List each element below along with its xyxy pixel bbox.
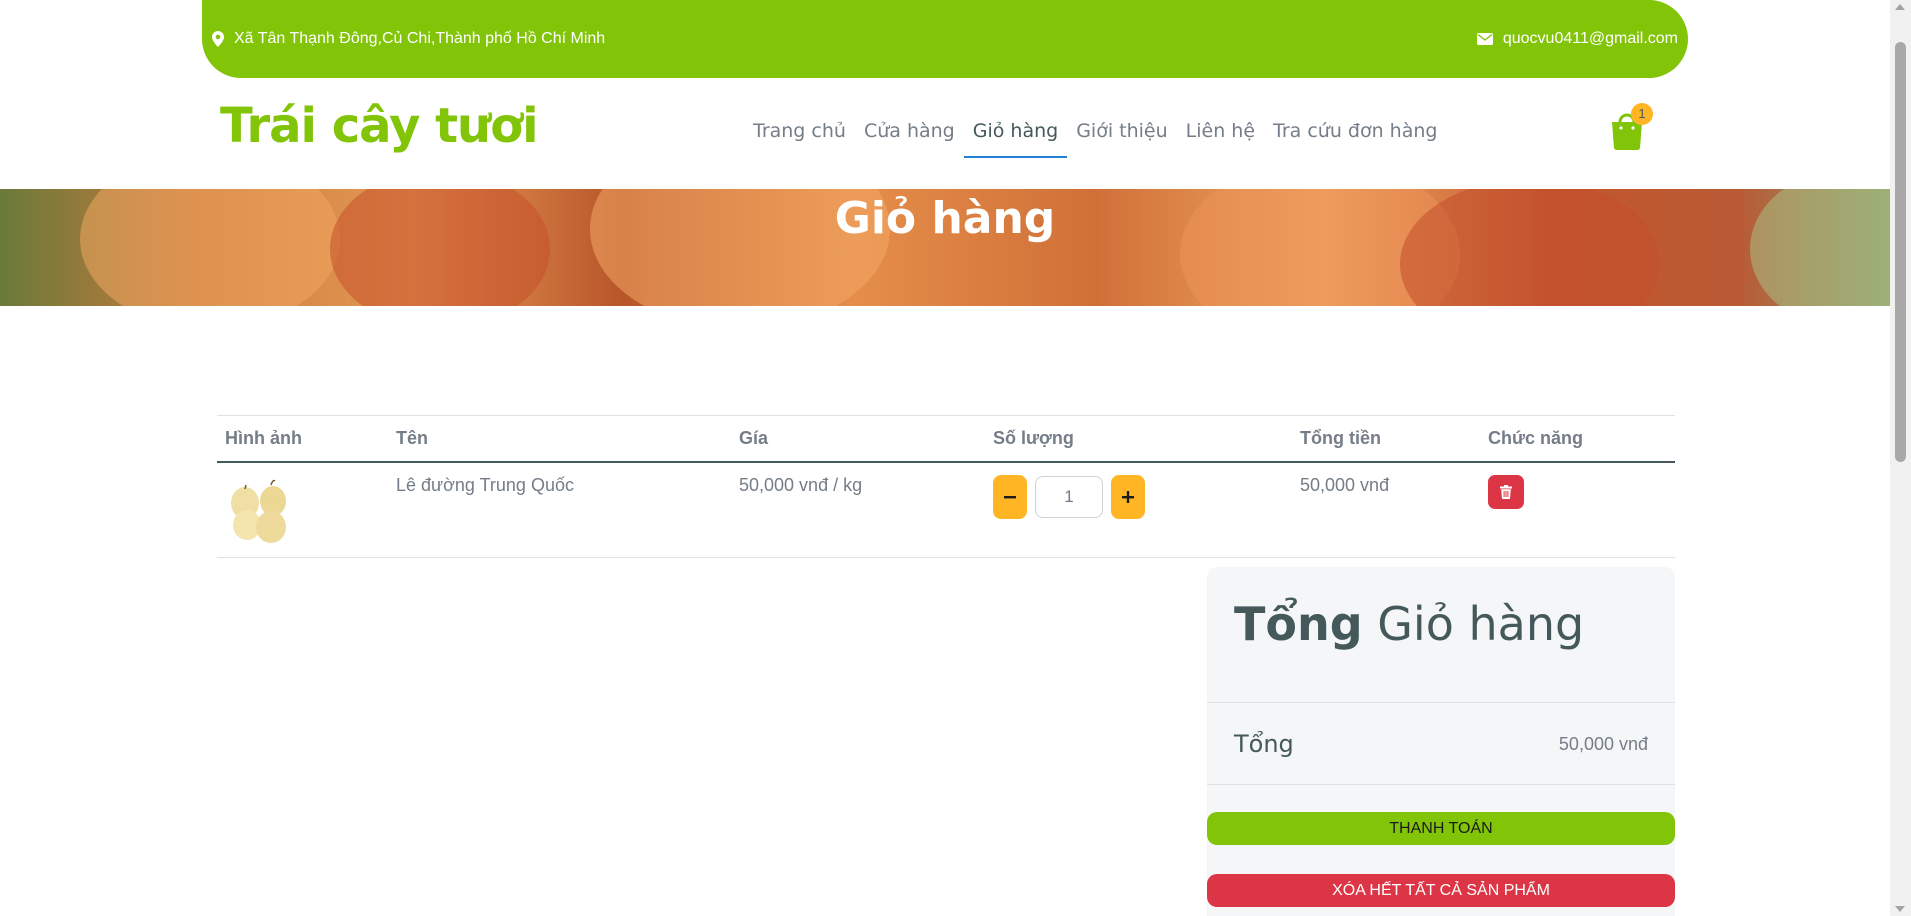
envelope-icon bbox=[1476, 33, 1493, 45]
cart-table: Hình ảnh Tên Gía Số lượng Tổng tiền Chức… bbox=[217, 415, 1675, 558]
product-name: Lê đường Trung Quốc bbox=[388, 462, 731, 558]
column-header-quantity: Số lượng bbox=[985, 415, 1292, 463]
summary-total-label: Tổng bbox=[1234, 730, 1294, 758]
table-row: Lê đường Trung Quốc 50,000 vnđ / kg 50,0… bbox=[217, 462, 1675, 558]
nav-item-about[interactable]: Giới thiệu bbox=[1067, 112, 1176, 158]
clear-cart-button[interactable]: XÓA HẾT TẤT CẢ SẢN PHẨM bbox=[1207, 874, 1675, 907]
scroll-up-arrow-icon[interactable] bbox=[1895, 4, 1905, 10]
column-header-name: Tên bbox=[388, 415, 731, 463]
divider bbox=[1207, 784, 1675, 785]
scroll-down-arrow-icon[interactable] bbox=[1895, 906, 1905, 912]
summary-title-bold: Tổng bbox=[1234, 597, 1363, 651]
nav-item-order-lookup[interactable]: Tra cứu đơn hàng bbox=[1264, 112, 1446, 158]
column-header-price: Gía bbox=[731, 415, 985, 463]
page-title: Giỏ hàng bbox=[834, 193, 1056, 244]
scrollbar-thumb[interactable] bbox=[1895, 42, 1906, 462]
delete-item-button[interactable] bbox=[1488, 475, 1524, 509]
trash-icon bbox=[1500, 485, 1512, 499]
increase-quantity-button[interactable] bbox=[1111, 475, 1145, 519]
summary-total-value: 50,000 vnđ bbox=[1558, 734, 1648, 754]
column-header-total: Tổng tiền bbox=[1292, 415, 1480, 463]
quantity-input[interactable] bbox=[1035, 476, 1103, 518]
nav-item-cart[interactable]: Giỏ hàng bbox=[963, 112, 1068, 158]
quantity-stepper bbox=[993, 475, 1284, 519]
address-text: Xã Tân Thạnh Đông,Củ Chi,Thành phố Hồ Ch… bbox=[234, 30, 606, 47]
cart-count-badge: 1 bbox=[1631, 103, 1653, 125]
top-info-bar: Xã Tân Thạnh Đông,Củ Chi,Thành phố Hồ Ch… bbox=[202, 0, 1688, 78]
product-thumbnail bbox=[225, 475, 295, 545]
column-header-image: Hình ảnh bbox=[217, 415, 388, 463]
product-image-cell bbox=[217, 462, 388, 558]
map-pin-icon bbox=[212, 31, 224, 47]
divider bbox=[1207, 702, 1675, 703]
nav-item-contact[interactable]: Liên hệ bbox=[1177, 112, 1264, 158]
actions-cell bbox=[1480, 462, 1675, 558]
row-total: 50,000 vnđ bbox=[1292, 462, 1480, 558]
nav-item-home[interactable]: Trang chủ bbox=[744, 112, 855, 158]
site-logo[interactable]: Trái cây tươi bbox=[220, 98, 539, 154]
cart-summary-card: Tổng Giỏ hàng Tổng 50,000 vnđ THANH TOÁN… bbox=[1207, 567, 1675, 916]
table-header-row: Hình ảnh Tên Gía Số lượng Tổng tiền Chức… bbox=[217, 415, 1675, 463]
summary-title: Tổng Giỏ hàng bbox=[1234, 597, 1584, 651]
quantity-cell bbox=[985, 462, 1292, 558]
decrease-quantity-button[interactable] bbox=[993, 475, 1027, 519]
plus-icon bbox=[1122, 491, 1134, 503]
minus-icon bbox=[1004, 496, 1016, 499]
nav-item-shop[interactable]: Cửa hàng bbox=[855, 112, 964, 158]
address-group: Xã Tân Thạnh Đông,Củ Chi,Thành phố Hồ Ch… bbox=[212, 30, 605, 48]
summary-title-rest: Giỏ hàng bbox=[1362, 597, 1585, 651]
main-nav: Trang chủ Cửa hàng Giỏ hàng Giới thiệu L… bbox=[744, 112, 1446, 158]
column-header-actions: Chức năng bbox=[1480, 415, 1675, 463]
email-text[interactable]: quocvu0411@gmail.com bbox=[1503, 30, 1678, 48]
email-group[interactable]: quocvu0411@gmail.com bbox=[1476, 30, 1678, 48]
checkout-button[interactable]: THANH TOÁN bbox=[1207, 812, 1675, 845]
product-price: 50,000 vnđ / kg bbox=[731, 462, 985, 558]
vertical-scrollbar[interactable] bbox=[1890, 0, 1911, 916]
